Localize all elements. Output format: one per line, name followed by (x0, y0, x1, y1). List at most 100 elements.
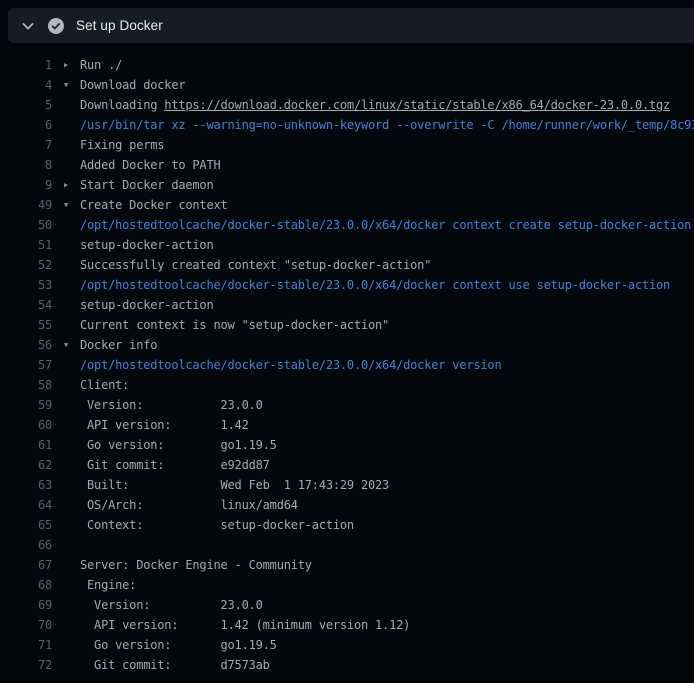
line-number[interactable]: 4 (0, 75, 52, 95)
log-text: setup-docker-action (80, 235, 213, 255)
log-line: 70 API version: 1.42 (minimum version 1.… (0, 615, 694, 635)
line-number[interactable]: 67 (0, 555, 52, 575)
line-number[interactable]: 70 (0, 615, 52, 635)
arrow-spacer (52, 255, 80, 275)
log-text: Create Docker context (80, 195, 228, 215)
log-text: Download docker (80, 75, 185, 95)
log-line: 66 (0, 535, 694, 555)
arrow-spacer (52, 555, 80, 575)
log-line: 7 Fixing perms (0, 135, 694, 155)
log-link[interactable]: https://download.docker.com/linux/static… (164, 95, 670, 115)
line-number[interactable]: 59 (0, 395, 52, 415)
log-line: 64 OS/Arch: linux/amd64 (0, 495, 694, 515)
log-line: 54setup-docker-action (0, 295, 694, 315)
chevron-down-icon[interactable]: ▼ (52, 335, 80, 355)
line-number[interactable]: 53 (0, 275, 52, 295)
arrow-spacer (52, 95, 80, 115)
log-text: Fixing perms (80, 135, 164, 155)
log-line: 55 Current context is now "setup-docker-a… (0, 315, 694, 335)
log-line[interactable]: 49▼Create Docker context (0, 195, 694, 215)
line-number[interactable]: 63 (0, 475, 52, 495)
line-number[interactable]: 69 (0, 595, 52, 615)
line-number[interactable]: 5 (0, 95, 52, 115)
line-number[interactable]: 1 (0, 55, 52, 75)
log-text: Go version: go1.19.5 (80, 435, 277, 455)
line-number[interactable]: 50 (0, 215, 52, 235)
chevron-down-icon[interactable]: ▼ (52, 75, 80, 95)
log-text: Server: Docker Engine - Community (80, 555, 312, 575)
log-text: Version: 23.0.0 (80, 595, 263, 615)
log-text: API version: 1.42 (80, 415, 249, 435)
line-number[interactable]: 64 (0, 495, 52, 515)
line-number[interactable]: 8 (0, 155, 52, 175)
line-number[interactable]: 7 (0, 135, 52, 155)
log-text: Built: Wed Feb 1 17:43:29 2023 (80, 475, 389, 495)
arrow-spacer (52, 655, 80, 675)
line-number[interactable]: 61 (0, 435, 52, 455)
arrow-spacer (52, 395, 80, 415)
log-line: 51 setup-docker-action (0, 235, 694, 255)
line-number[interactable]: 72 (0, 655, 52, 675)
step-title: Set up Docker (76, 18, 163, 33)
log-text: Run ./ (80, 55, 122, 75)
arrow-spacer (52, 415, 80, 435)
arrow-spacer (52, 475, 80, 495)
log-text: Go version: go1.19.5 (80, 635, 277, 655)
log-text: Current context is now "setup-docker-act… (80, 315, 389, 335)
log-line: 50/opt/hostedtoolcache/docker-stable/23.… (0, 215, 694, 235)
chevron-down-icon[interactable]: ▼ (52, 195, 80, 215)
line-number[interactable]: 6 (0, 115, 52, 135)
line-number[interactable]: 60 (0, 415, 52, 435)
line-number[interactable]: 52 (0, 255, 52, 275)
log-line: 8Added Docker to PATH (0, 155, 694, 175)
log-line[interactable]: 1▶Run ./ (0, 55, 694, 75)
log-text: API version: 1.42 (minimum version 1.12) (80, 615, 410, 635)
log-text: Start Docker daemon (80, 175, 213, 195)
line-number[interactable]: 58 (0, 375, 52, 395)
arrow-spacer (52, 215, 80, 235)
line-number[interactable]: 68 (0, 575, 52, 595)
log-line: 63 Built: Wed Feb 1 17:43:29 2023 (0, 475, 694, 495)
line-number[interactable]: 66 (0, 535, 52, 555)
log-line: 58Client: (0, 375, 694, 395)
arrow-spacer (52, 275, 80, 295)
log-text: Context: setup-docker-action (80, 515, 354, 535)
arrow-spacer (52, 635, 80, 655)
log-line: 53/opt/hostedtoolcache/docker-stable/23.… (0, 275, 694, 295)
log-line[interactable]: 56▼Docker info (0, 335, 694, 355)
arrow-spacer (52, 315, 80, 335)
log-text: Engine: (80, 575, 136, 595)
log-line[interactable]: 9▶Start Docker daemon (0, 175, 694, 195)
line-number[interactable]: 55 (0, 315, 52, 335)
line-number[interactable]: 62 (0, 455, 52, 475)
chevron-right-icon[interactable]: ▶ (52, 55, 80, 75)
arrow-spacer (52, 435, 80, 455)
line-number[interactable]: 57 (0, 355, 52, 375)
log-line: 68 Engine: (0, 575, 694, 595)
chevron-right-icon[interactable]: ▶ (52, 175, 80, 195)
log-line: 65 Context: setup-docker-action (0, 515, 694, 535)
line-number[interactable]: 9 (0, 175, 52, 195)
line-number[interactable]: 71 (0, 635, 52, 655)
chevron-down-icon[interactable] (20, 18, 36, 34)
arrow-spacer (52, 115, 80, 135)
log-text: Version: 23.0.0 (80, 395, 263, 415)
arrow-spacer (52, 615, 80, 635)
log-line: 69 Version: 23.0.0 (0, 595, 694, 615)
log-line: 57/opt/hostedtoolcache/docker-stable/23.… (0, 355, 694, 375)
step-header[interactable]: Set up Docker (8, 8, 694, 43)
line-number[interactable]: 54 (0, 295, 52, 315)
line-number[interactable]: 51 (0, 235, 52, 255)
line-number[interactable]: 56 (0, 335, 52, 355)
log-line: 71 Go version: go1.19.5 (0, 635, 694, 655)
log-line[interactable]: 4▼Download docker (0, 75, 694, 95)
log-text: Downloading (80, 95, 164, 115)
arrow-spacer (52, 455, 80, 475)
line-number[interactable]: 49 (0, 195, 52, 215)
log-text: /opt/hostedtoolcache/docker-stable/23.0.… (80, 215, 694, 235)
log-line: 72 Git commit: d7573ab (0, 655, 694, 675)
arrow-spacer (52, 155, 80, 175)
line-number[interactable]: 65 (0, 515, 52, 535)
log-line: 61 Go version: go1.19.5 (0, 435, 694, 455)
arrow-spacer (52, 355, 80, 375)
